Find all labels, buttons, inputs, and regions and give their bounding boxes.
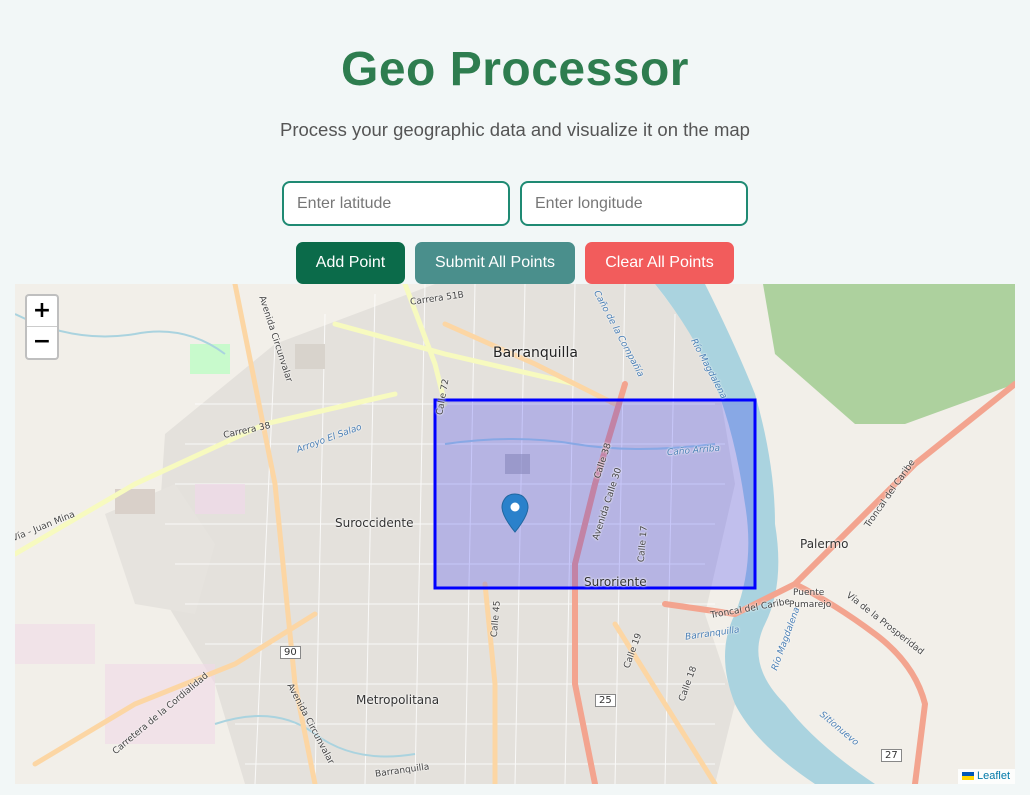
leaflet-link[interactable]: Leaflet — [977, 770, 1010, 782]
zoom-control: + − — [25, 294, 59, 360]
map-shield-90: 90 — [280, 646, 301, 659]
add-point-button[interactable]: Add Point — [296, 242, 405, 284]
clear-all-points-button[interactable]: Clear All Points — [585, 242, 734, 284]
map-label-metropolitana: Metropolitana — [356, 693, 440, 707]
map-label-puente-1: Puente — [793, 588, 825, 598]
page-subtitle: Process your geographic data and visuali… — [280, 119, 750, 140]
page-title: Geo Processor — [341, 43, 689, 96]
map-shield-27: 27 — [881, 749, 902, 762]
map-label-suroccidente: Suroccidente — [335, 516, 414, 530]
map-label-suroriente: Suroriente — [584, 575, 647, 589]
map-attribution: Leaflet — [957, 769, 1015, 784]
zoom-out-button[interactable]: − — [27, 326, 57, 358]
zoom-in-button[interactable]: + — [27, 296, 57, 326]
map-label-barranquilla: Barranquilla — [493, 345, 578, 361]
ukraine-flag-icon — [961, 772, 974, 780]
map-shield-25: 25 — [595, 694, 616, 707]
map-container[interactable]: Barranquilla Suroccidente Suroriente Met… — [15, 284, 1015, 784]
latitude-input[interactable] — [282, 181, 510, 226]
longitude-input[interactable] — [520, 181, 748, 226]
selection-rectangle — [433, 398, 757, 590]
map-label-palermo: Palermo — [800, 537, 849, 551]
submit-all-points-button[interactable]: Submit All Points — [415, 242, 575, 284]
